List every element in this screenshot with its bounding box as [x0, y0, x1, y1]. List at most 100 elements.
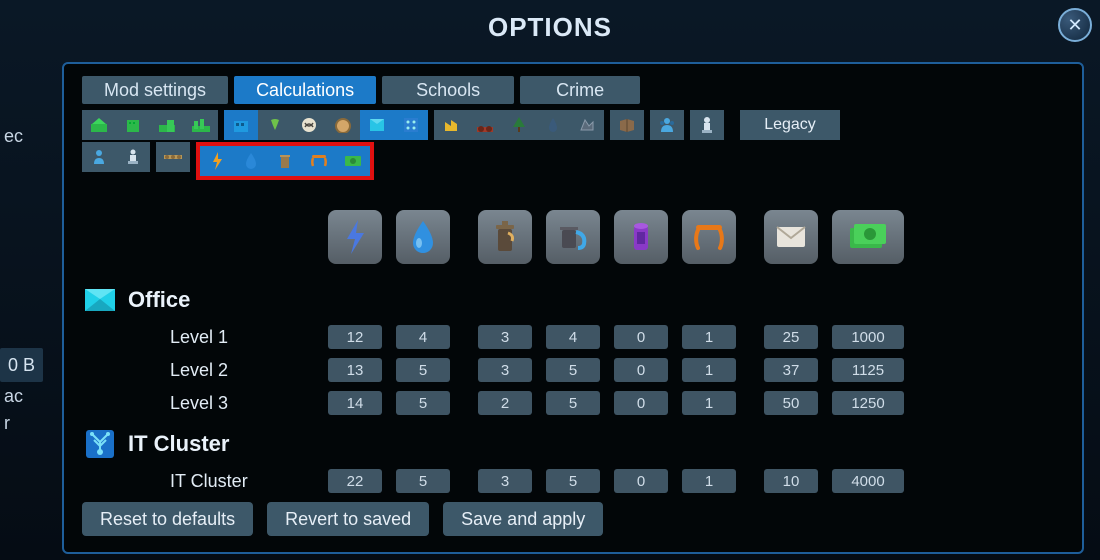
subtab-production-icon[interactable]: [156, 142, 190, 172]
tab-mod-settings[interactable]: Mod settings: [82, 76, 228, 104]
zone-ind-forest-icon[interactable]: [502, 110, 536, 140]
cell[interactable]: 5: [546, 358, 600, 382]
options-panel: Mod settings Calculations Schools Crime: [62, 62, 1084, 554]
cell[interactable]: 4: [546, 325, 600, 349]
cell[interactable]: 1: [682, 469, 736, 493]
cell[interactable]: 1000: [832, 325, 904, 349]
row-it-label: IT Cluster: [82, 471, 328, 492]
left-badge: 0 B: [0, 348, 43, 382]
zone-office-icon[interactable]: [360, 110, 394, 140]
cell[interactable]: 14: [328, 391, 382, 415]
reset-button[interactable]: Reset to defaults: [82, 502, 253, 536]
legacy-button[interactable]: Legacy: [740, 110, 840, 140]
office-zone-icon: [82, 282, 118, 318]
cell[interactable]: 1: [682, 325, 736, 349]
zone-com-organic-icon[interactable]: [326, 110, 360, 140]
subtab-garbage-icon[interactable]: [268, 146, 302, 176]
row-level3-label: Level 3: [82, 393, 328, 414]
zone-ind-oil-icon[interactable]: [536, 110, 570, 140]
zone-com-low-icon[interactable]: [224, 110, 258, 140]
cell[interactable]: 5: [396, 358, 450, 382]
cell[interactable]: 0: [614, 469, 668, 493]
cell[interactable]: 1125: [832, 358, 904, 382]
window-title: OPTIONS: [0, 0, 1100, 55]
options-window: OPTIONS ✕ ec [B ac r 0 B Mod settings Ca…: [0, 0, 1100, 560]
row-it: IT Cluster 22 5 3 5 0 1 10 4000: [82, 466, 1066, 496]
tab-crime[interactable]: Crime: [520, 76, 640, 104]
col-sewage-icon: [478, 210, 532, 264]
cell[interactable]: 13: [328, 358, 382, 382]
zone-population-icon[interactable]: [650, 110, 684, 140]
row-level3: Level 3 14 5 2 5 0 1 50 1250: [82, 388, 1066, 418]
subtab-power-icon[interactable]: [200, 146, 234, 176]
cell[interactable]: 2: [478, 391, 532, 415]
col-power-icon: [328, 210, 382, 264]
cell[interactable]: 10: [764, 469, 818, 493]
zone-ind-ore-icon[interactable]: [570, 110, 604, 140]
cell[interactable]: 1: [682, 358, 736, 382]
cell[interactable]: 3: [478, 325, 532, 349]
cell[interactable]: 1: [682, 391, 736, 415]
cell[interactable]: 3: [478, 358, 532, 382]
col-noise-icon: [682, 210, 736, 264]
cell[interactable]: 1250: [832, 391, 904, 415]
cell[interactable]: 0: [614, 325, 668, 349]
zone-it-icon[interactable]: [394, 110, 428, 140]
zone-res-wall-icon[interactable]: [184, 110, 218, 140]
cell[interactable]: 22: [328, 469, 382, 493]
row-level2: Level 2 13 5 3 5 0 1 37 1125: [82, 355, 1066, 385]
subtab-visitors-icon[interactable]: [116, 142, 150, 172]
cell[interactable]: 12: [328, 325, 382, 349]
zone-res-high-icon[interactable]: [116, 110, 150, 140]
office-label: Office: [128, 287, 190, 313]
zone-res-eco-icon[interactable]: [150, 110, 184, 140]
row-level2-label: Level 2: [82, 360, 328, 381]
cell[interactable]: 5: [396, 391, 450, 415]
zone-education-icon[interactable]: [610, 110, 644, 140]
tab-calculations[interactable]: Calculations: [234, 76, 376, 104]
cell[interactable]: 4000: [832, 469, 904, 493]
close-icon: ✕: [1067, 15, 1082, 36]
zone-com-leisure-icon[interactable]: [258, 110, 292, 140]
save-button[interactable]: Save and apply: [443, 502, 603, 536]
cell[interactable]: 37: [764, 358, 818, 382]
service-subtab-row: [82, 142, 1066, 180]
footer-buttons: Reset to defaults Revert to saved Save a…: [82, 502, 603, 536]
calculations-grid: Office Level 1 12 4 3 4 0 1 25 1000 Leve…: [82, 210, 1066, 496]
cell[interactable]: 50: [764, 391, 818, 415]
zone-res-low-icon[interactable]: [82, 110, 116, 140]
cell[interactable]: 3: [478, 469, 532, 493]
cell[interactable]: 0: [614, 391, 668, 415]
col-pollution-icon: [614, 210, 668, 264]
zone-category-row: Legacy: [82, 110, 1066, 140]
zone-ind-farm-icon[interactable]: [468, 110, 502, 140]
highlighted-subtabs: [196, 142, 374, 180]
cell[interactable]: 5: [396, 469, 450, 493]
col-mail-icon: [764, 210, 818, 264]
cell[interactable]: 0: [614, 358, 668, 382]
column-headers: [328, 210, 1066, 264]
subtab-noise-icon[interactable]: [302, 146, 336, 176]
col-income-icon: [832, 210, 904, 264]
cell[interactable]: 5: [546, 391, 600, 415]
zone-ind-generic-icon[interactable]: [434, 110, 468, 140]
cell[interactable]: 25: [764, 325, 818, 349]
subtab-population-icon[interactable]: [82, 142, 116, 172]
main-tabs: Mod settings Calculations Schools Crime: [82, 76, 1066, 104]
office-section-header: Office: [82, 282, 1066, 318]
tab-schools[interactable]: Schools: [382, 76, 514, 104]
col-garbage-icon: [546, 210, 600, 264]
cell[interactable]: 4: [396, 325, 450, 349]
close-button[interactable]: ✕: [1058, 8, 1092, 42]
zone-com-tourism-icon[interactable]: [292, 110, 326, 140]
row-level1: Level 1 12 4 3 4 0 1 25 1000: [82, 322, 1066, 352]
it-label: IT Cluster: [128, 431, 229, 457]
left-cutoff-text: ec [B ac r: [0, 120, 42, 500]
subtab-income-icon[interactable]: [336, 146, 370, 176]
it-section-header: IT Cluster: [82, 426, 1066, 462]
col-water-icon: [396, 210, 450, 264]
subtab-water-icon[interactable]: [234, 146, 268, 176]
zone-visitors-icon[interactable]: [690, 110, 724, 140]
cell[interactable]: 5: [546, 469, 600, 493]
revert-button[interactable]: Revert to saved: [267, 502, 429, 536]
